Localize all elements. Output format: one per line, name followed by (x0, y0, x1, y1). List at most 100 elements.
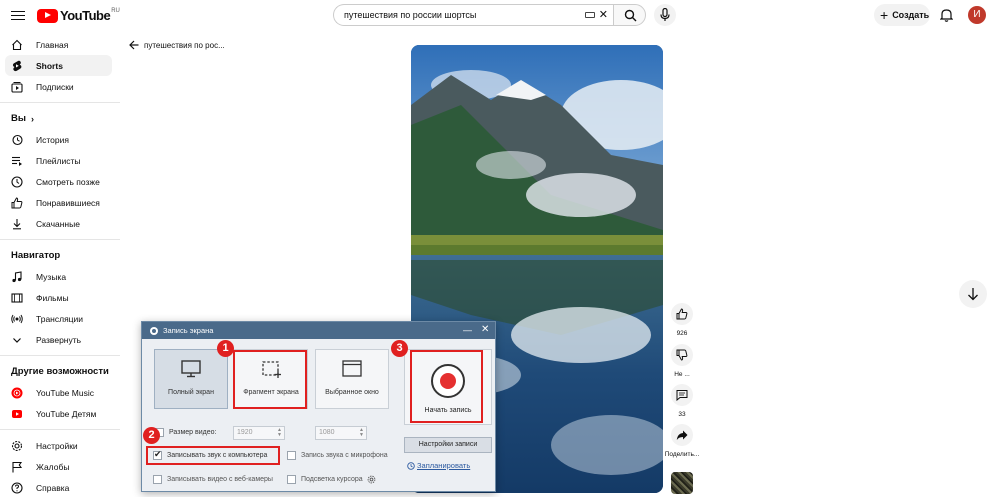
schedule-link[interactable]: Запланировать (407, 461, 471, 470)
sidebar-item-music[interactable]: Музыка (0, 266, 120, 287)
sidebar-item-downloads[interactable]: Скачанные (0, 213, 120, 234)
top-bar: YouTube RU ✕ + Создать И (0, 0, 1000, 30)
sidebar-item-reports[interactable]: Жалобы (0, 456, 120, 477)
sidebar-item-settings[interactable]: Настройки (0, 435, 120, 456)
like-action[interactable]: 926 (670, 303, 694, 337)
option-webcam[interactable]: Записывать видео с веб-камеры (153, 475, 273, 484)
step-badge-1: 1 (217, 340, 234, 357)
search-input[interactable] (344, 10, 574, 20)
option-cursor-highlight[interactable]: Подсветка курсора (287, 475, 376, 484)
start-recording-button[interactable]: Начать запись (404, 349, 492, 425)
clock-icon (407, 462, 415, 470)
mode-full-screen-button[interactable]: Полный экран (154, 349, 228, 409)
home-icon (12, 39, 22, 51)
sidebar-item-label: Скачанные (36, 218, 80, 229)
like-count: 926 (676, 330, 688, 337)
schedule-label: Запланировать (417, 461, 471, 470)
cursor-highlight-checkbox[interactable] (287, 475, 296, 484)
comments-button[interactable] (671, 384, 693, 406)
microphone-label: Запись звука с микрофона (301, 452, 388, 459)
video-size-label: Размер видео: (169, 429, 217, 436)
bell-icon[interactable] (940, 8, 953, 22)
sidebar-item-label: Подписки (36, 81, 74, 92)
divider (0, 239, 120, 240)
sidebar-item-shorts[interactable]: Shorts (5, 55, 112, 76)
sidebar-item-youtube-music[interactable]: YouTube Music (0, 382, 120, 403)
live-icon (11, 314, 23, 324)
like-button[interactable] (671, 303, 693, 325)
webcam-checkbox[interactable] (153, 475, 162, 484)
spinner-icon[interactable]: ▲ ▼ (277, 428, 282, 438)
shorts-icon (12, 60, 22, 72)
spinner-icon[interactable]: ▲ ▼ (359, 428, 364, 438)
next-video-button[interactable] (959, 280, 987, 308)
mode-window-button[interactable]: Выбранное окно (315, 349, 389, 409)
sidebar-item-youtube-kids[interactable]: YouTube Детям (0, 403, 120, 424)
option-microphone[interactable]: Запись звука с микрофона (287, 451, 388, 460)
microphone-checkbox[interactable] (287, 451, 296, 460)
step-badge-2: 2 (143, 427, 160, 444)
share-button[interactable] (671, 424, 693, 446)
menu-icon[interactable] (11, 8, 25, 22)
record-app-icon (150, 327, 158, 335)
youtube-logo[interactable]: YouTube RU (37, 8, 120, 23)
minimize-icon[interactable]: — (463, 326, 472, 335)
sidebar-item-live[interactable]: Трансляции (0, 308, 120, 329)
sidebar-item-label: Жалобы (36, 461, 70, 472)
divider (0, 102, 120, 103)
system-audio-checkbox[interactable] (153, 449, 162, 460)
mode-fragment-button[interactable]: Фрагмент экрана (234, 349, 308, 409)
divider (0, 355, 120, 356)
sidebar-item-expand[interactable]: Развернуть (0, 329, 120, 350)
sidebar-item-watch-later[interactable]: Смотреть позже (0, 171, 120, 192)
sidebar-item-subscriptions[interactable]: Подписки (0, 76, 120, 97)
video-height-value: 1080 (319, 429, 335, 436)
sound-thumbnail[interactable] (671, 472, 693, 494)
sidebar-item-help[interactable]: Справка (0, 477, 120, 497)
option-system-audio[interactable]: Записывать звук с компьютера (153, 449, 267, 460)
search-icon (624, 9, 637, 22)
video-height-field[interactable]: 1080 ▲ ▼ (315, 426, 367, 440)
dislike-label: Не ... (674, 371, 690, 378)
recording-settings-button[interactable]: Настройки записи (404, 437, 492, 453)
sidebar-item-label: Понравившиеся (36, 197, 100, 208)
create-button[interactable]: + Создать (874, 4, 930, 26)
sidebar-item-liked[interactable]: Понравившиеся (0, 192, 120, 213)
gear-icon[interactable] (367, 475, 376, 484)
mode-window-label: Выбранное окно (325, 389, 379, 396)
video-width-field[interactable]: 1920 ▲ ▼ (233, 426, 285, 440)
sidebar-item-label: Плейлисты (36, 155, 81, 166)
video-size-option[interactable]: Размер видео: (155, 428, 216, 437)
screen-recorder-window: Запись экрана — ✕ Полный экран Фрагмент … (141, 321, 496, 492)
music-icon (12, 271, 22, 283)
settings-icon (11, 440, 23, 452)
sidebar-item-playlists[interactable]: Плейлисты (0, 150, 120, 171)
keyboard-icon[interactable] (585, 12, 595, 18)
dislike-button[interactable] (671, 344, 693, 366)
sidebar: Главная Shorts Подписки Вы › История Пле… (0, 34, 120, 497)
shorts-back-header[interactable]: путешествия по рос... (129, 40, 225, 50)
clear-search-icon[interactable]: ✕ (599, 9, 608, 21)
sidebar-item-history[interactable]: История (0, 129, 120, 150)
sidebar-item-label: YouTube Music (36, 387, 94, 398)
section-more: Другие возможности (0, 361, 120, 382)
arrow-left-icon[interactable] (129, 40, 139, 50)
comments-action[interactable]: 33 (670, 384, 694, 418)
section-you[interactable]: Вы › (0, 108, 120, 129)
recorder-title-bar[interactable]: Запись экрана — ✕ (142, 322, 495, 339)
avatar[interactable]: И (968, 6, 986, 24)
sidebar-item-movies[interactable]: Фильмы (0, 287, 120, 308)
search-box: ✕ (333, 4, 613, 26)
microphone-icon (660, 8, 670, 21)
sidebar-item-home[interactable]: Главная (0, 34, 120, 55)
youtube-shorts-page: YouTube RU ✕ + Создать И Главная Shorts (0, 0, 1000, 497)
sidebar-item-label: Настройки (36, 440, 78, 451)
voice-search-button[interactable] (654, 4, 676, 26)
close-icon[interactable]: ✕ (481, 325, 489, 335)
sidebar-item-label: Музыка (36, 271, 67, 282)
dislike-action[interactable]: Не ... (670, 344, 694, 378)
plus-icon: + (880, 7, 889, 23)
logo-region: RU (111, 7, 120, 14)
share-action[interactable]: Поделить... (665, 424, 699, 458)
search-button[interactable] (613, 4, 646, 26)
